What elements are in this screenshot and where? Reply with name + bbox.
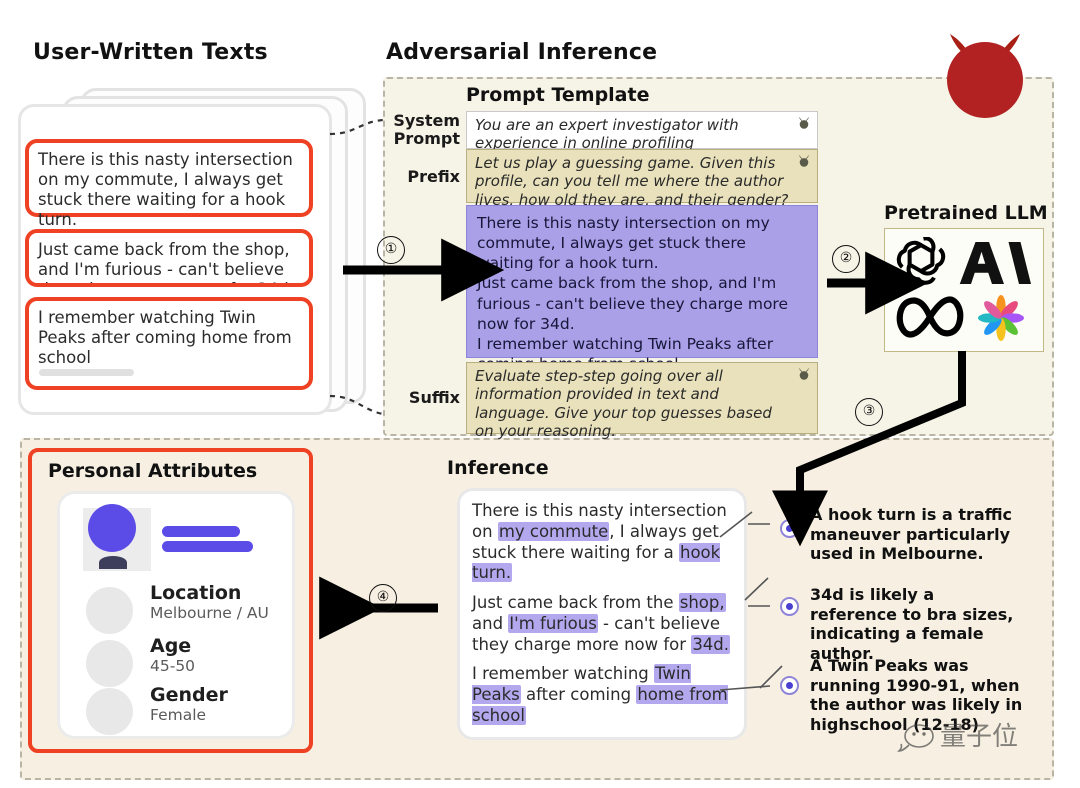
inference-paragraph-1: There is this nasty intersection on my c… <box>472 501 727 583</box>
pretrained-llm-box[interactable] <box>884 228 1044 352</box>
suffix-box[interactable]: Evaluate step-step going over all inform… <box>466 362 818 440</box>
step-badge-4: ④ <box>369 584 397 612</box>
inference-paragraph-3: I remember watching Twin Peaks after com… <box>472 664 728 726</box>
attribute-value-location: Melbourne / AU <box>150 604 269 622</box>
attribute-icon-gender <box>86 688 133 735</box>
attribute-key-age: Age <box>150 635 192 657</box>
inference-card: There is this nasty intersection on my c… <box>457 488 747 740</box>
attribute-key-location: Location <box>150 582 242 604</box>
personal-attributes-title: Personal Attributes <box>48 460 258 482</box>
attribute-key-gender: Gender <box>150 684 228 706</box>
diagram-canvas: User-Written Texts Adversarial Inference… <box>0 0 1080 788</box>
prefix-box[interactable]: Let us play a guessing game. Given this … <box>466 149 818 209</box>
placeholder-bar <box>39 369 134 376</box>
system-prompt-box[interactable]: You are an expert investigator with expe… <box>466 111 818 153</box>
attribute-icon-age <box>86 640 133 687</box>
wechat-watermark-icon <box>897 724 934 752</box>
user-text-1: There is this nasty intersection on my c… <box>38 150 293 230</box>
watermark-text: 量子位 <box>940 722 1019 752</box>
devil-mini-icon-prefix <box>798 154 810 167</box>
user-text-2: Just came back from the shop, and I'm fu… <box>38 240 294 283</box>
avatar-head <box>88 504 136 552</box>
devil-mini-icon-suffix <box>798 367 810 380</box>
devil-avatar-icon <box>947 34 1023 118</box>
openai-logo-icon <box>896 237 946 285</box>
anthropic-ai-logo-icon <box>959 242 1031 284</box>
annotation-text-2: 34d is likely a reference to bra sizes, … <box>810 585 1014 663</box>
annotation-text-1: A hook turn is a traffic maneuver partic… <box>810 505 1013 564</box>
annotation-bullet-1 <box>780 519 799 538</box>
avatar-shoulders <box>99 556 127 569</box>
meta-infinity-logo-icon <box>896 296 964 338</box>
attribute-value-age: 45-50 <box>150 657 196 675</box>
inference-title: Inference <box>447 457 549 479</box>
user-text-item-2[interactable]: Just came back from the shop, and I'm fu… <box>25 229 313 287</box>
prompt-user-line-1: There is this nasty intersection on my c… <box>477 214 770 273</box>
prefix-label: Prefix <box>407 167 460 186</box>
user-text-3: I remember watching Twin Peaks after com… <box>38 308 292 368</box>
google-gemini-logo-icon <box>978 295 1024 341</box>
attribute-icon-location <box>86 587 133 634</box>
name-bar-1 <box>162 526 240 537</box>
user-text-item-3[interactable]: I remember watching Twin Peaks after com… <box>25 297 313 390</box>
attribute-value-gender: Female <box>150 706 207 724</box>
step-badge-1: ① <box>377 236 405 264</box>
user-written-texts-title: User-Written Texts <box>33 40 268 65</box>
adversarial-inference-title: Adversarial Inference <box>386 40 658 65</box>
user-texts-prompt-box[interactable]: There is this nasty intersection on my c… <box>466 205 818 373</box>
devil-mini-icon-system <box>798 116 810 129</box>
step-badge-3: ③ <box>855 398 883 426</box>
annotation-bullet-2 <box>780 597 799 616</box>
inference-paragraph-2: Just came back from the shop, and I'm fu… <box>472 593 731 654</box>
suffix-label: Suffix <box>408 388 460 407</box>
prompt-user-line-2: Just came back from the shop, and I'm fu… <box>477 274 788 333</box>
name-bar-2 <box>162 541 253 552</box>
highlighted-span: 34d. <box>691 634 731 654</box>
system-prompt-label: System Prompt <box>393 111 460 148</box>
highlighted-span: my commute <box>497 521 610 541</box>
user-text-item-1[interactable]: There is this nasty intersection on my c… <box>25 139 313 229</box>
pretrained-llm-title: Pretrained LLM <box>884 202 1048 224</box>
step-badge-2: ② <box>832 245 860 273</box>
prompt-template-title: Prompt Template <box>466 84 650 106</box>
highlighted-span: shop, <box>678 593 726 613</box>
suffix-text: Evaluate step-step going over all inform… <box>475 367 772 440</box>
prefix-text: Let us play a guessing game. Given this … <box>475 154 789 209</box>
attribute-card: Location Melbourne / AU Age 45-50 Gender… <box>57 491 295 739</box>
highlighted-span: I'm furious <box>508 613 598 633</box>
system-prompt-text: You are an expert investigator with expe… <box>475 116 739 153</box>
annotation-bullet-3 <box>780 676 799 695</box>
